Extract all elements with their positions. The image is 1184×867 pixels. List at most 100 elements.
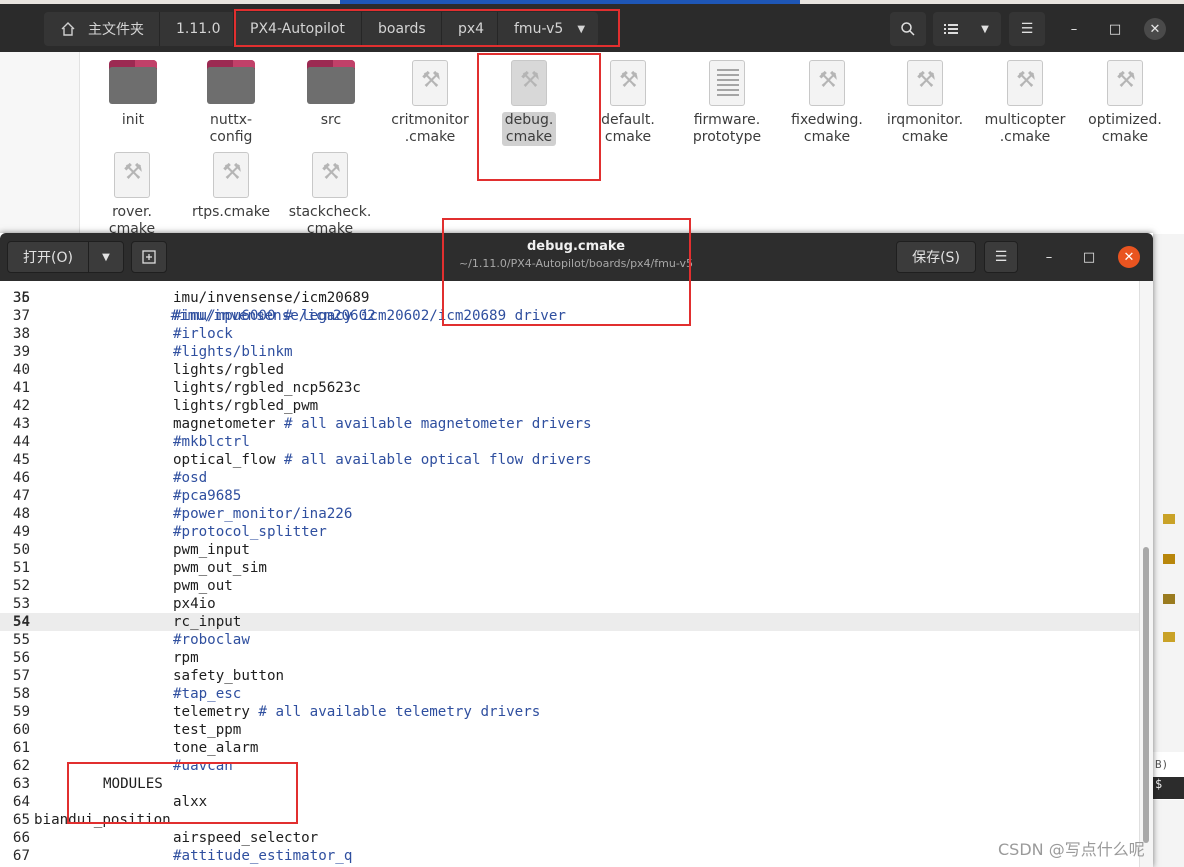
comment-text: #lights/blinkm [173,344,293,360]
code-token: magnetometer [173,416,285,432]
new-tab-button[interactable] [131,241,167,273]
comment-text: #protocol_splitter [173,524,327,540]
code-line: 60 test_ppm [0,721,1139,739]
close-button[interactable]: ✕ [1144,18,1166,40]
comment-text: #power_monitor/ina226 [173,506,353,522]
file-item-critmonitor[interactable]: ⚒ critmonitor .cmake [380,52,480,146]
breadcrumb-home[interactable]: 主文件夹 [44,12,160,46]
file-item-nuttx-config[interactable]: nuttx- config [181,52,281,146]
file-label: multicopter .cmake [984,112,1066,145]
comment-text: #attitude_estimator_q [173,848,353,864]
script-file-icon: ⚒ [505,60,553,108]
code-text: #irlock [173,325,233,343]
view-list-button[interactable] [933,12,969,46]
folder-icon [307,60,355,108]
breadcrumb-item-px4-autopilot[interactable]: PX4-Autopilot [234,12,362,46]
minimize-button[interactable]: – [1038,246,1060,268]
minimize-button[interactable]: – [1063,18,1085,40]
code-line: 36 imu/invensense/icm20689 [0,289,1139,307]
script-file-icon: ⚒ [901,60,949,108]
code-line: 62 #uavcan [0,757,1139,775]
code-line: 41 lights/rgbled_ncp5623c [0,379,1139,397]
chevron-down-icon: ▼ [102,251,110,263]
file-item-debug[interactable]: ⚒ debug. cmake [479,52,579,146]
maximize-button[interactable]: □ [1104,18,1126,40]
breadcrumb-item-boards[interactable]: boards [362,12,442,46]
file-label: src [320,112,342,128]
line-number: 64 [12,794,30,810]
line-number: 58 [12,686,30,702]
code-token: MODULES [103,776,163,792]
comment-text: #irlock [173,326,233,342]
scrollbar-thumb[interactable] [1143,547,1149,843]
comment-text: # all available magnetometer drivers [284,416,592,432]
line-number: 49 [12,524,30,540]
file-item-default[interactable]: ⚒ default. cmake [578,52,678,146]
line-number: 41 [12,380,30,396]
code-text: lights/rgbled [173,361,284,379]
editor-menu-button[interactable]: ☰ [984,241,1018,273]
code-text: magnetometer # all available magnetomete… [173,415,592,433]
hamburger-icon: ☰ [994,249,1008,265]
code-text: #pca9685 [173,487,241,505]
background-terminal: B) $ [1153,752,1184,800]
open-button[interactable]: 打开(O) [7,241,89,273]
code-text: lights/rgbled_ncp5623c [173,379,361,397]
code-token: optical_flow [173,452,285,468]
line-number: 66 [12,830,30,846]
file-item-src[interactable]: src [281,52,381,129]
code-line: 66 airspeed_selector [0,829,1139,847]
file-item-multicopter[interactable]: ⚒ multicopter .cmake [975,52,1075,146]
code-token: biandui_position [34,812,171,828]
view-options-button[interactable]: ▼ [969,12,1001,46]
breadcrumb: 主文件夹 1.11.0 PX4-Autopilot boards px4 fmu… [44,12,598,46]
code-token: alxx [173,794,208,810]
file-item-fixedwing[interactable]: ⚒ fixedwing. cmake [777,52,877,146]
code-text: alxx [173,793,207,811]
file-label: init [121,112,145,128]
breadcrumb-item-version[interactable]: 1.11.0 [160,12,234,46]
line-number: 62 [12,758,30,774]
line-number: 60 [12,722,30,738]
terminal-prompt: $ [1155,777,1163,791]
file-label: rtps.cmake [191,204,270,220]
line-number: 67 [12,848,30,864]
file-item-init[interactable]: init [83,52,183,129]
menu-button[interactable]: ☰ [1009,12,1045,46]
code-line: 40 lights/rgbled [0,361,1139,379]
watermark: CSDN @写点什么呢 [998,840,1145,859]
code-token: imu/invensense/icm20689 [173,290,370,306]
file-item-irqmonitor[interactable]: ⚒ irqmonitor. cmake [875,52,975,146]
file-label-selected: debug. cmake [501,112,557,146]
file-item-rtps[interactable]: ⚒ rtps.cmake [181,144,281,221]
code-token: airspeed_selector [173,830,319,846]
file-item-optimized[interactable]: ⚒ optimized. cmake [1075,52,1175,146]
code-line: 67 #attitude_estimator_q [0,847,1139,865]
folder-icon [109,60,157,108]
file-item-rover[interactable]: ⚒ rover. cmake [82,144,182,238]
comment-text: #roboclaw [173,632,250,648]
close-button[interactable]: ✕ [1118,246,1140,268]
search-icon [901,22,915,36]
file-manager-headerbar: 主文件夹 1.11.0 PX4-Autopilot boards px4 fmu… [0,4,1184,52]
maximize-button[interactable]: □ [1078,246,1100,268]
code-line-partial: 35 #imu/invensense/icm20602 [0,281,1139,324]
text-editor-window: 打开(O) ▼ debug.cmake ~/1.11.0/PX4-Autopil… [0,233,1153,867]
code-editor[interactable]: 35 #imu/invensense/icm20602 36 imu/invens… [0,281,1139,867]
save-button[interactable]: 保存(S) [896,241,976,273]
file-item-firmware-prototype[interactable]: firmware. prototype [677,52,777,146]
breadcrumb-item-fmu-v5[interactable]: fmu-v5 ▼ [498,12,598,46]
home-icon [60,21,76,37]
editor-scrollbar[interactable] [1139,281,1153,867]
file-item-stackcheck[interactable]: ⚒ stackcheck. cmake [280,144,380,238]
code-text: telemetry # all available telemetry driv… [173,703,540,721]
breadcrumb-item-px4[interactable]: px4 [442,12,498,46]
line-number: 63 [12,776,30,792]
search-button[interactable] [890,12,926,46]
code-line: 64 alxx [0,793,1139,811]
code-line: 49 #protocol_splitter [0,523,1139,541]
line-number: 56 [12,650,30,666]
open-recent-button[interactable]: ▼ [88,241,124,273]
line-number: 55 [12,632,30,648]
file-label: optimized. cmake [1088,112,1162,145]
